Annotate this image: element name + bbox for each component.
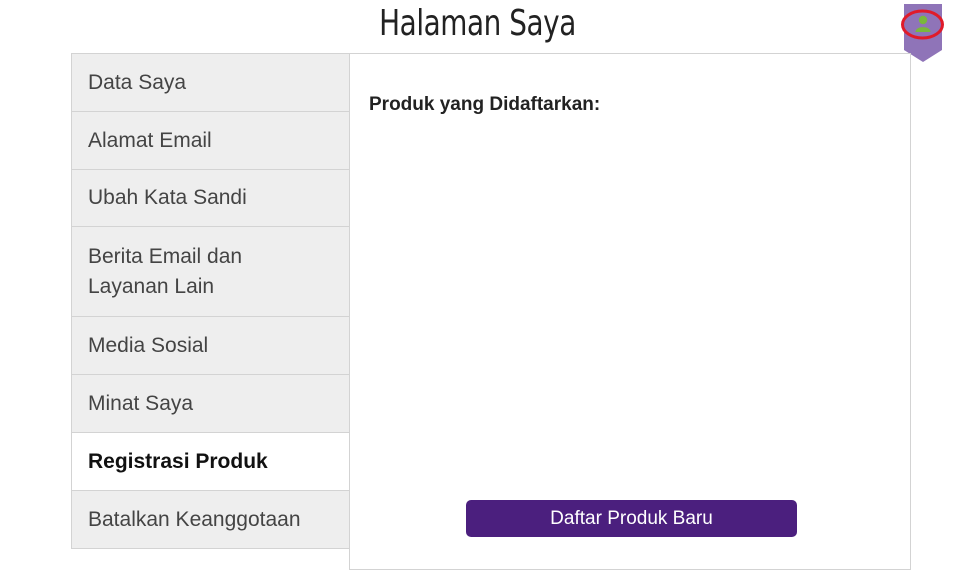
sidebar-item-label: Media Sosial [88,333,209,357]
sidebar-item-label: Alamat Email [88,128,212,152]
sidebar-item-label: Ubah Kata Sandi [88,186,247,209]
sidebar-item-label: Batalkan Keanggotaan [88,507,301,531]
sidebar-item-batalkan-keanggotaan[interactable]: Batalkan Keanggotaan [71,491,350,549]
account-sidebar: Data Saya Alamat Email Ubah Kata Sandi B… [71,53,350,549]
sidebar-item-label: Data Saya [88,70,187,94]
sidebar-item-label: Minat Saya [88,391,194,415]
page-title: Halaman Saya [379,3,576,44]
sidebar-item-berita-email[interactable]: Berita Email dan Layanan Lain [71,227,350,317]
sidebar-item-data-saya[interactable]: Data Saya [71,53,350,112]
sidebar-item-minat-saya[interactable]: Minat Saya [71,375,350,433]
sidebar-item-alamat-email[interactable]: Alamat Email [71,112,350,170]
sidebar-item-label: Berita Email dan Layanan Lain [88,244,243,298]
registered-products-heading: Produk yang Didaftarkan: [369,94,601,115]
sidebar-item-label: Registrasi Produk [88,449,268,473]
sidebar-item-media-sosial[interactable]: Media Sosial [71,317,350,375]
sidebar-item-ubah-kata-sandi[interactable]: Ubah Kata Sandi [71,170,350,227]
sidebar-item-registrasi-produk[interactable]: Registrasi Produk [71,433,350,491]
registered-products-panel: Produk yang Didaftarkan: Daftar Produk B… [349,53,911,570]
register-new-product-button[interactable]: Daftar Produk Baru [466,500,797,537]
